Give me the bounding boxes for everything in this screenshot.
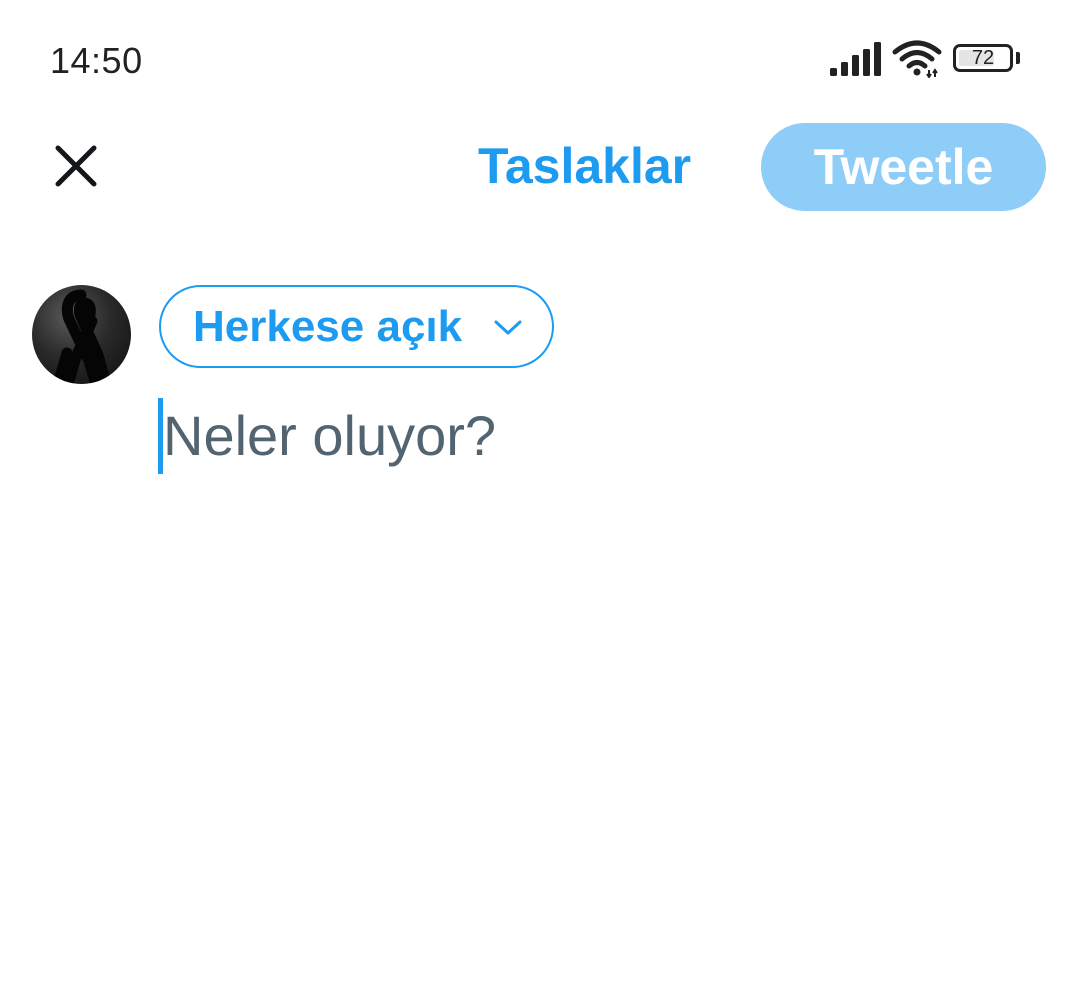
cellular-signal-icon [830,42,881,76]
tweet-compose-input[interactable]: Neler oluyor? [158,395,1038,485]
close-icon [55,145,97,187]
close-button[interactable] [46,136,106,196]
audience-selector[interactable]: Herkese açık [159,285,554,368]
tweet-button[interactable]: Tweetle [761,123,1046,211]
drafts-button[interactable]: Taslaklar [478,136,691,196]
battery-icon: 72 [953,44,1023,76]
chevron-down-icon [494,320,522,335]
audience-label: Herkese açık [193,302,463,351]
black-ribbon-icon [52,289,112,384]
battery-tip [1016,52,1020,64]
avatar[interactable] [32,285,131,384]
compose-toolbar: Taslaklar Tweetle [0,120,1079,220]
compose-placeholder: Neler oluyor? [163,404,497,467]
status-bar: 14:50 72 [0,0,1079,120]
battery-level: 72 [971,47,995,69]
wifi-icon [892,40,942,78]
status-time: 14:50 [50,40,143,81]
